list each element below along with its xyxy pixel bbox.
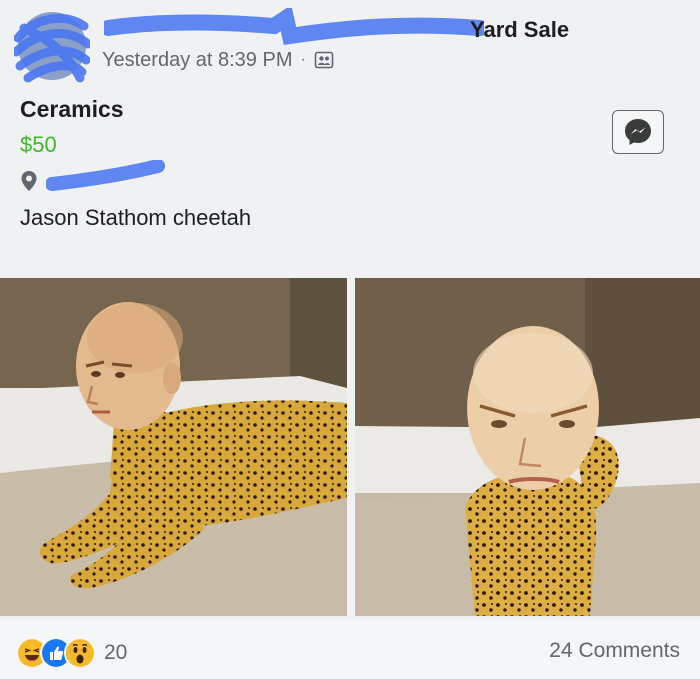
listing-location [20, 166, 38, 196]
wow-reaction-icon [64, 637, 96, 669]
listing-title: Ceramics [20, 96, 124, 122]
listing-description: Jason Stathom cheetah [20, 205, 252, 230]
listing-price: $50 [20, 132, 57, 157]
group-avatar[interactable] [14, 8, 90, 84]
redacted-location [46, 160, 165, 191]
reactions-summary[interactable]: 20 [16, 637, 128, 669]
comments-count-link[interactable]: 24 Comments [549, 639, 680, 663]
timestamp[interactable]: Yesterday at 8:39 PM [102, 49, 293, 72]
group-name[interactable]: Yard Sale [470, 17, 569, 43]
group-audience-icon [314, 51, 334, 69]
listing-photo-2[interactable] [355, 278, 700, 616]
listing-photo-1[interactable] [0, 278, 347, 616]
message-seller-button[interactable] [612, 110, 664, 154]
location-pin-icon [21, 171, 37, 191]
post-meta: Yesterday at 8:39 PM · [102, 46, 334, 74]
reaction-count: 20 [104, 641, 128, 664]
redacted-group-name [104, 8, 484, 46]
messenger-icon [625, 119, 651, 145]
meta-separator: · [300, 51, 306, 68]
post-footer: 20 24 Comments [0, 620, 700, 679]
marketplace-post: Yard Sale Yesterday at 8:39 PM · Ceramic… [0, 0, 700, 679]
